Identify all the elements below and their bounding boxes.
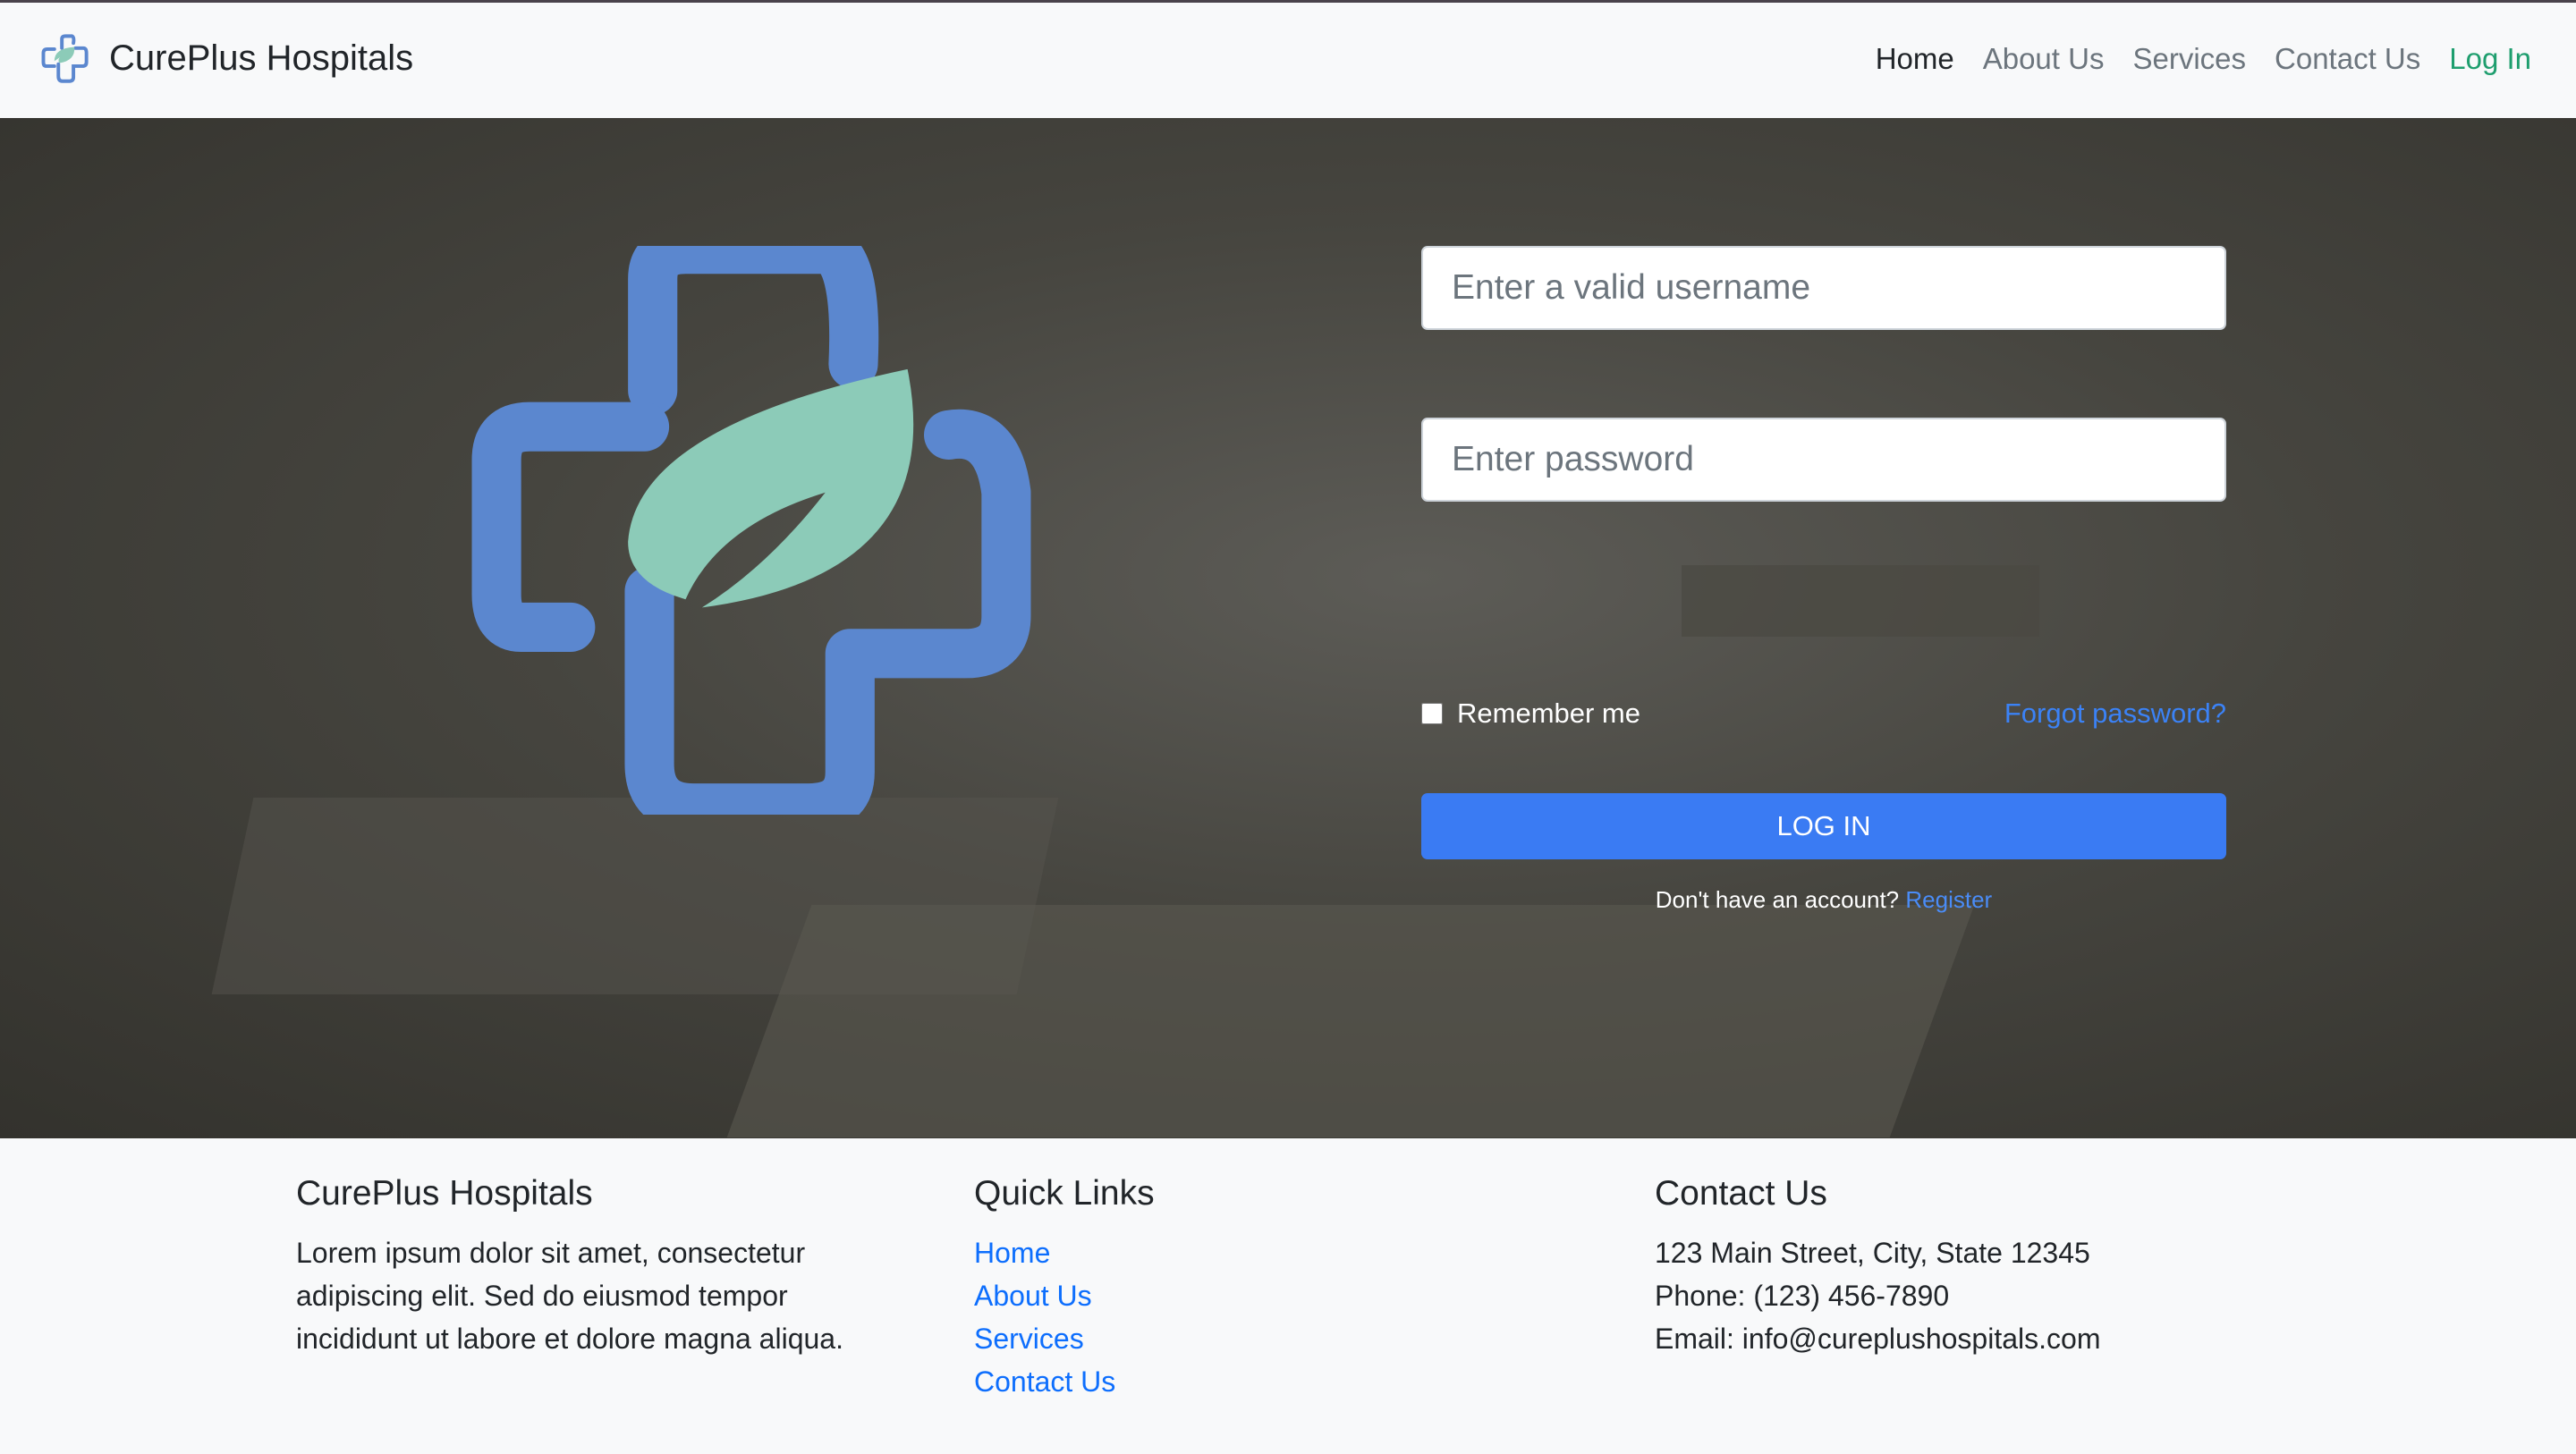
forgot-password-link[interactable]: Forgot password? — [2004, 697, 2226, 730]
brand[interactable]: CurePlus Hospitals — [39, 31, 413, 85]
footer-about-text: Lorem ipsum dolor sit amet, consectetur … — [296, 1237, 843, 1355]
log-in-button[interactable]: LOG IN — [1421, 793, 2226, 859]
remember-me[interactable]: Remember me — [1421, 697, 1640, 730]
brand-name: CurePlus Hospitals — [109, 38, 414, 78]
footer-email: Email: info@cureplushospitals.com — [1655, 1323, 2101, 1355]
cureplus-logo-icon — [41, 34, 89, 83]
footer-link-home[interactable]: Home — [974, 1237, 1050, 1269]
footer-quick-links: Quick Links Home About Us Services Conta… — [974, 1174, 1155, 1403]
background-wall-panel — [1682, 565, 2039, 637]
nav-log-in[interactable]: Log In — [2449, 42, 2531, 76]
footer-contact: Contact Us 123 Main Street, City, State … — [1655, 1174, 2100, 1360]
footer-about-title: CurePlus Hospitals — [296, 1174, 593, 1213]
footer-link-services[interactable]: Services — [974, 1323, 1084, 1355]
footer-quick-links-title: Quick Links — [974, 1174, 1155, 1213]
footer-link-about-us[interactable]: About Us — [974, 1280, 1092, 1312]
remember-me-checkbox[interactable] — [1421, 703, 1443, 724]
password-input[interactable] — [1421, 418, 2226, 502]
footer-link-contact-us[interactable]: Contact Us — [974, 1365, 1115, 1398]
footer: CurePlus Hospitals Lorem ipsum dolor sit… — [0, 1138, 2576, 1454]
register-prompt: Don't have an account? Register — [1421, 886, 2226, 914]
no-account-text: Don't have an account? — [1655, 886, 1900, 913]
hero-section: Remember me Forgot password? LOG IN Don'… — [0, 118, 2576, 1138]
login-form: Remember me Forgot password? LOG IN Don'… — [1421, 246, 2226, 913]
nav-about-us[interactable]: About Us — [1983, 42, 2105, 76]
footer-contact-title: Contact Us — [1655, 1174, 1827, 1213]
footer-phone: Phone: (123) 456-7890 — [1655, 1280, 1950, 1312]
cureplus-large-logo-icon — [471, 246, 1031, 815]
register-link[interactable]: Register — [1905, 886, 1992, 913]
nav-services[interactable]: Services — [2132, 42, 2246, 76]
username-input[interactable] — [1421, 246, 2226, 330]
footer-address: 123 Main Street, City, State 12345 — [1655, 1237, 2090, 1269]
nav-home[interactable]: Home — [1876, 42, 1954, 76]
remember-me-label: Remember me — [1457, 697, 1640, 729]
nav-contact-us[interactable]: Contact Us — [2275, 42, 2420, 76]
background-hospital-bed — [726, 905, 1975, 1137]
navbar: CurePlus Hospitals Home About Us Service… — [0, 3, 2576, 118]
footer-about: CurePlus Hospitals Lorem ipsum dolor sit… — [296, 1174, 869, 1360]
